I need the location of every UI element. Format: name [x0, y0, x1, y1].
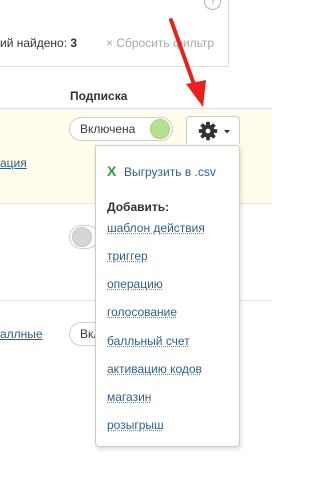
annotation-arrow: [169, 18, 206, 107]
